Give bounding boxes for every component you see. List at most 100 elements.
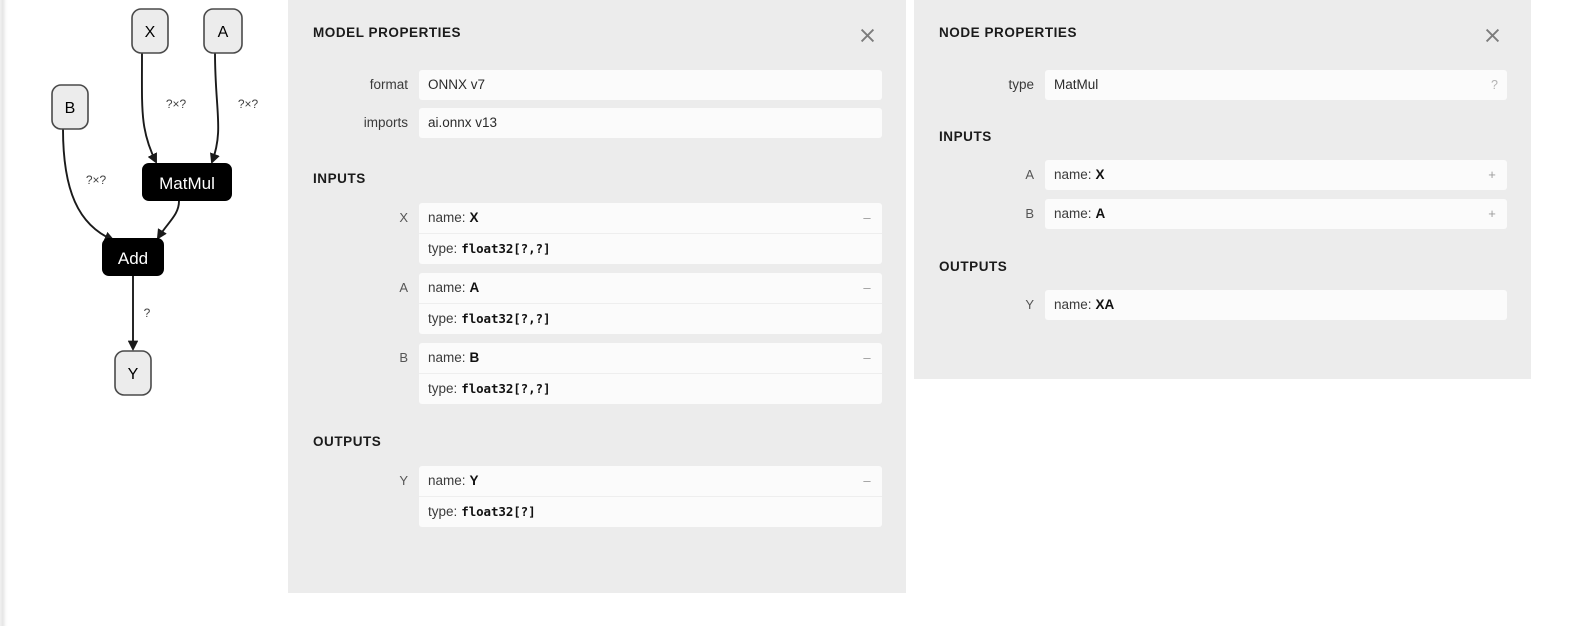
name-value: Y: [469, 473, 479, 488]
property-value: ai.onnx v13: [419, 108, 882, 138]
argument-label: A: [1025, 167, 1034, 182]
property-label: imports: [363, 115, 408, 130]
property-value: ONNX v7: [419, 70, 882, 100]
type-key: type:: [428, 311, 458, 326]
argument-label: Y: [1025, 297, 1034, 312]
name-value: X: [1095, 167, 1105, 182]
expand-toggle[interactable]: +: [1485, 206, 1499, 222]
name-value: XA: [1095, 297, 1115, 312]
node-label: Y: [128, 366, 139, 383]
graph-node-b[interactable]: B: [51, 84, 89, 130]
property-value-card[interactable]: ai.onnx v13: [419, 108, 882, 138]
model-property-row: imports ai.onnx v13: [288, 108, 882, 138]
window-left-edge: [0, 0, 8, 626]
argument-name-line[interactable]: name: B –: [419, 343, 882, 373]
model-properties-panel: MODEL PROPERTIES format ONNX v7 imports: [288, 0, 906, 593]
edge-label: ?×?: [166, 97, 187, 111]
model-input-row: A name: A – type: float32[?,?]: [288, 273, 882, 334]
node-label: X: [145, 24, 156, 41]
name-value: B: [469, 350, 480, 365]
edge-label: ?×?: [86, 173, 107, 187]
graph-svg: ?×? ?×? ?×? ? X A B MatMul Add Y: [51, 8, 259, 396]
argument-card[interactable]: name: X – type: float32[?,?]: [419, 203, 882, 264]
node-type-card[interactable]: MatMul ?: [1045, 70, 1507, 100]
node-label: A: [218, 24, 229, 41]
collapse-toggle[interactable]: –: [860, 210, 874, 226]
model-property-row: format ONNX v7: [288, 70, 882, 100]
argument-name-line[interactable]: name: A –: [419, 273, 882, 303]
graph-node-x[interactable]: X: [131, 8, 169, 54]
argument-card[interactable]: name: B – type: float32[?,?]: [419, 343, 882, 404]
node-label: B: [65, 100, 76, 117]
argument-label: A: [399, 280, 408, 295]
node-properties-panel: NODE PROPERTIES type MatMul ? INPUTS A n…: [914, 0, 1531, 379]
node-panel-title: NODE PROPERTIES: [939, 25, 1078, 40]
close-icon[interactable]: [854, 22, 880, 48]
name-key: name:: [428, 350, 466, 365]
property-value-text: ONNX v7: [428, 77, 486, 92]
name-key: name:: [428, 210, 466, 225]
name-value: A: [1095, 206, 1106, 221]
node-type-text: MatMul: [1054, 77, 1099, 92]
name-key: name:: [428, 473, 466, 488]
property-label: format: [369, 77, 408, 92]
expand-toggle[interactable]: +: [1485, 167, 1499, 183]
edge-matmul-add: [156, 200, 180, 240]
name-key: name:: [1054, 297, 1092, 312]
argument-label: Y: [399, 473, 408, 488]
node-input-row: B name: A +: [914, 199, 1507, 229]
argument-name-line[interactable]: name: X –: [419, 203, 882, 233]
argument-label: X: [399, 210, 408, 225]
edge-label: ?: [144, 306, 151, 320]
graph-node-y[interactable]: Y: [114, 350, 152, 396]
netron-window: ?×? ?×? ?×? ? X A B MatMul Add Y MODEL P…: [0, 0, 1589, 626]
argument-name-line[interactable]: name: A +: [1045, 199, 1507, 229]
model-input-row: B name: B – type: float32[?,?]: [288, 343, 882, 404]
argument-card[interactable]: name: Y – type: float32[?]: [419, 466, 882, 527]
argument-card[interactable]: name: XA: [1045, 290, 1507, 320]
type-value: float32[?,?]: [461, 241, 551, 256]
name-key: name:: [1054, 206, 1092, 221]
argument-name-line[interactable]: name: XA: [1045, 290, 1507, 320]
help-icon[interactable]: ?: [1491, 74, 1498, 96]
node-type-row: type MatMul ?: [914, 70, 1507, 100]
graph-canvas[interactable]: ?×? ?×? ?×? ? X A B MatMul Add Y: [8, 0, 288, 626]
type-key: type:: [428, 504, 458, 519]
property-value-card[interactable]: ONNX v7: [419, 70, 882, 100]
type-value: float32[?,?]: [461, 311, 551, 326]
node-type-value: MatMul ?: [1045, 70, 1507, 100]
argument-card[interactable]: name: X +: [1045, 160, 1507, 190]
property-value-text: ai.onnx v13: [428, 115, 498, 130]
graph-edge-labels: ?×? ?×? ?×? ?: [86, 97, 259, 320]
close-icon[interactable]: [1479, 22, 1505, 48]
type-key: type:: [428, 241, 458, 256]
node-output-row: Y name: XA: [914, 290, 1507, 320]
graph-node-matmul[interactable]: MatMul: [142, 163, 232, 201]
argument-name-line[interactable]: name: X +: [1045, 160, 1507, 190]
model-panel-header: MODEL PROPERTIES: [288, 0, 906, 70]
argument-type-line: type: float32[?]: [419, 496, 882, 527]
collapse-toggle[interactable]: –: [860, 350, 874, 366]
argument-type-line: type: float32[?,?]: [419, 373, 882, 404]
model-input-row: X name: X – type: float32[?,?]: [288, 203, 882, 264]
node-outputs-heading: OUTPUTS: [939, 259, 1008, 274]
argument-name-line[interactable]: name: Y –: [419, 466, 882, 496]
edge-x-matmul: [140, 52, 157, 164]
collapse-toggle[interactable]: –: [860, 280, 874, 296]
node-panel-header: NODE PROPERTIES: [914, 0, 1531, 70]
collapse-toggle[interactable]: –: [860, 473, 874, 489]
argument-card[interactable]: name: A +: [1045, 199, 1507, 229]
node-label: Add: [118, 249, 148, 268]
property-label: type: [1008, 77, 1034, 92]
graph-node-a[interactable]: A: [203, 8, 243, 54]
graph-node-add[interactable]: Add: [102, 238, 164, 276]
node-inputs-heading: INPUTS: [939, 129, 992, 144]
model-output-row: Y name: Y – type: float32[?]: [288, 466, 882, 527]
model-panel-title: MODEL PROPERTIES: [313, 25, 462, 40]
argument-card[interactable]: name: A – type: float32[?,?]: [419, 273, 882, 334]
name-key: name:: [428, 280, 466, 295]
type-value: float32[?,?]: [461, 381, 551, 396]
model-inputs-heading: INPUTS: [313, 171, 366, 186]
type-value: float32[?]: [461, 504, 536, 519]
argument-type-line: type: float32[?,?]: [419, 233, 882, 264]
